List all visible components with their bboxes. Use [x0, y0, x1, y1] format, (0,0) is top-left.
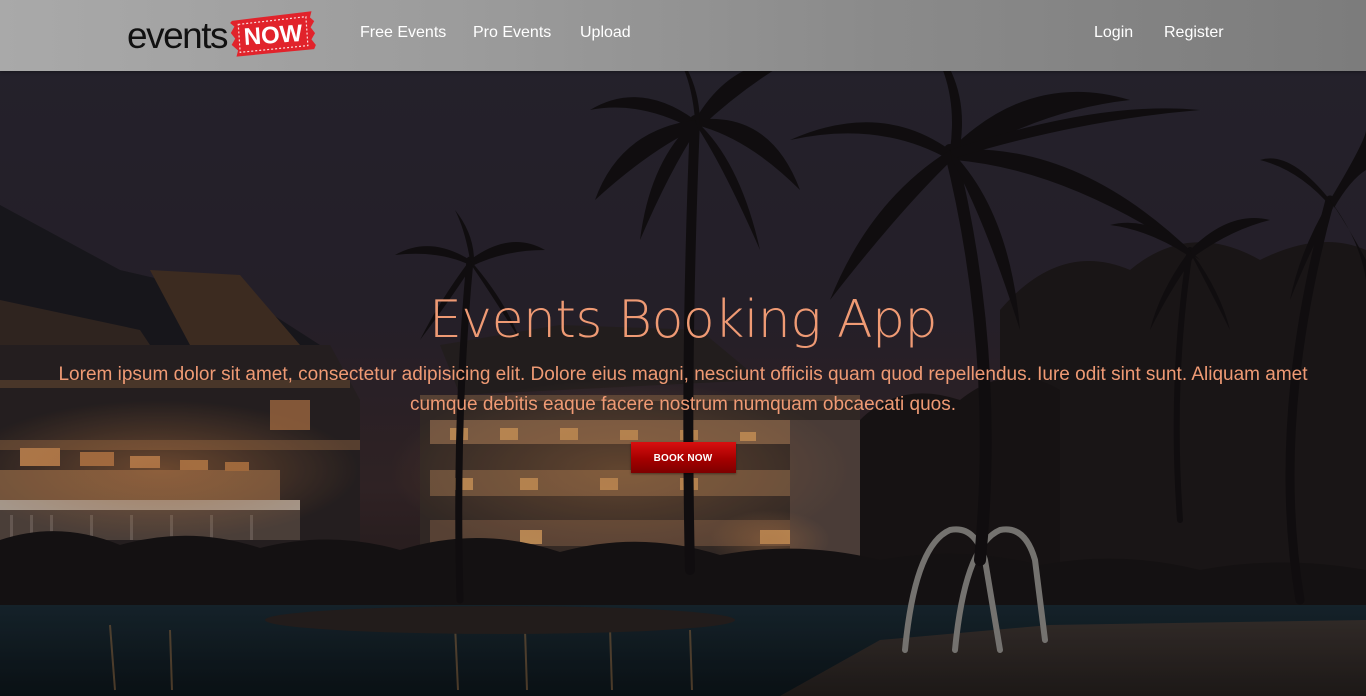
nav-link-upload[interactable]: Upload: [580, 24, 631, 42]
top-navbar: events NOW Free Events Pro Events Upload…: [0, 0, 1366, 71]
logo-now-badge: NOW: [230, 11, 316, 57]
book-now-button[interactable]: BOOK NOW: [630, 442, 736, 473]
brand-logo[interactable]: events NOW: [127, 11, 317, 58]
hero-section: Events Booking App Lorem ipsum dolor sit…: [0, 280, 1366, 473]
nav-link-pro-events[interactable]: Pro Events: [473, 24, 551, 42]
nav-link-free-events[interactable]: Free Events: [360, 24, 446, 42]
logo-wordmark: events: [127, 14, 229, 56]
page: events NOW Free Events Pro Events Upload…: [0, 0, 1366, 696]
nav-link-login[interactable]: Login: [1094, 24, 1133, 42]
hero-description: Lorem ipsum dolor sit amet, consectetur …: [58, 364, 1308, 415]
hero-title: Events Booking App: [428, 290, 938, 350]
logo-badge-text: NOW: [243, 20, 304, 51]
nav-link-register[interactable]: Register: [1164, 24, 1224, 42]
